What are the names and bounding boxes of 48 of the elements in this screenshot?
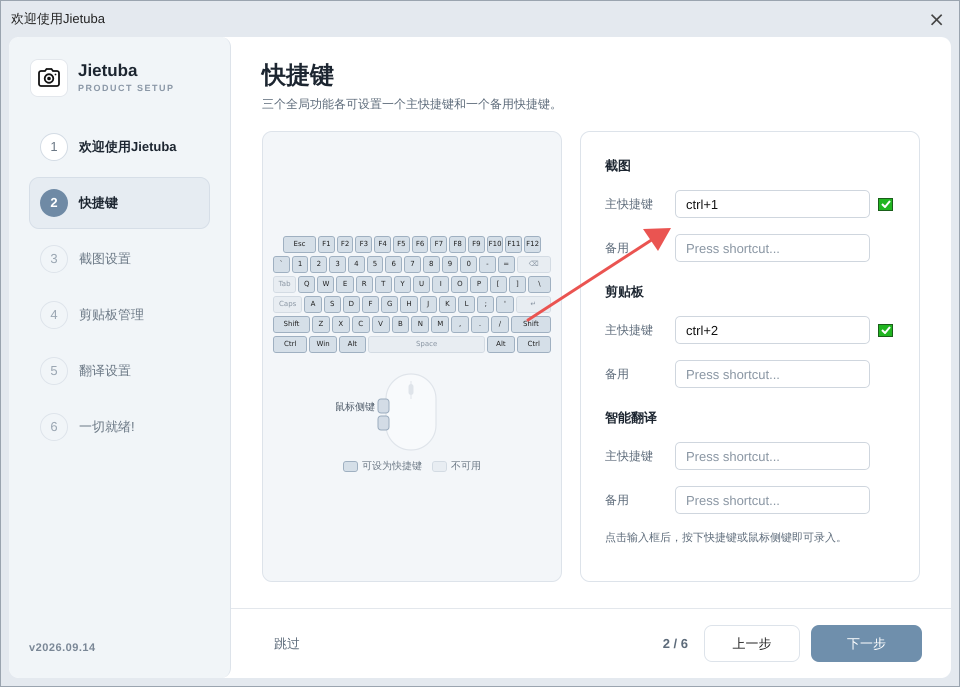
step-item[interactable]: 5 翻译设置: [29, 345, 210, 397]
step-item[interactable]: 2 快捷键: [29, 177, 210, 229]
version-label: v2026.09.14: [29, 640, 97, 656]
shortcut-field[interactable]: Press shortcut...: [675, 360, 870, 388]
shortcut-field[interactable]: Press shortcut...: [675, 486, 870, 514]
close-button[interactable]: ×: [928, 9, 945, 29]
step-item[interactable]: 3 截图设置: [29, 233, 210, 285]
legend-label: 可设为快捷键: [362, 460, 422, 474]
step-label: 一切就绪!: [79, 418, 135, 436]
page-description: 三个全局功能各可设置一个主快捷键和一个备用快捷键。: [262, 96, 563, 113]
app-name: Jietuba: [78, 60, 139, 82]
field-label: 主快捷键: [605, 448, 654, 465]
step-item[interactable]: 6 一切就绪!: [29, 401, 210, 453]
shortcut-field[interactable]: Press shortcut...: [675, 442, 870, 470]
mouse-side-label: 鼠标侧键: [335, 400, 375, 414]
field-label: 备用: [605, 240, 630, 257]
shortcut-field[interactable]: ctrl+1: [675, 190, 870, 218]
step-number: 1: [40, 133, 68, 161]
step-item[interactable]: 1 欢迎使用Jietuba: [29, 121, 210, 173]
section-title: 截图: [605, 157, 632, 175]
step-item[interactable]: 4 剪贴板管理: [29, 289, 210, 341]
step-label: 快捷键: [79, 194, 118, 212]
step-label: 翻译设置: [79, 362, 131, 380]
hint-text: 点击输入框后，按下快捷键或鼠标侧键即可录入。: [605, 530, 848, 546]
step-number: 3: [40, 245, 68, 273]
step-label: 欢迎使用Jietuba: [79, 138, 177, 156]
shortcut-field[interactable]: Press shortcut...: [675, 234, 870, 262]
step-number: 4: [40, 301, 68, 329]
skip-button[interactable]: 跳过: [274, 634, 300, 654]
camera-icon: [30, 59, 68, 97]
section-title: 智能翻译: [605, 409, 658, 427]
step-number: 6: [40, 413, 68, 441]
field-label: 主快捷键: [605, 196, 654, 213]
section-title: 剪贴板: [605, 283, 645, 301]
step-number: 5: [40, 357, 68, 385]
window-title: 欢迎使用Jietuba: [11, 10, 105, 28]
field-label: 备用: [605, 492, 630, 509]
back-button[interactable]: 上一步: [704, 625, 800, 662]
page-title: 快捷键: [262, 61, 335, 91]
step-number: 2: [40, 189, 68, 217]
legend-label: 不可用: [451, 460, 481, 474]
field-label: 主快捷键: [605, 322, 654, 339]
app-subtitle: PRODUCT SETUP: [78, 82, 175, 96]
step-counter: 2 / 6: [662, 634, 688, 653]
shortcut-field[interactable]: ctrl+2: [675, 316, 870, 344]
step-label: 剪贴板管理: [79, 306, 144, 324]
step-label: 截图设置: [79, 250, 131, 268]
field-label: 备用: [605, 366, 630, 383]
